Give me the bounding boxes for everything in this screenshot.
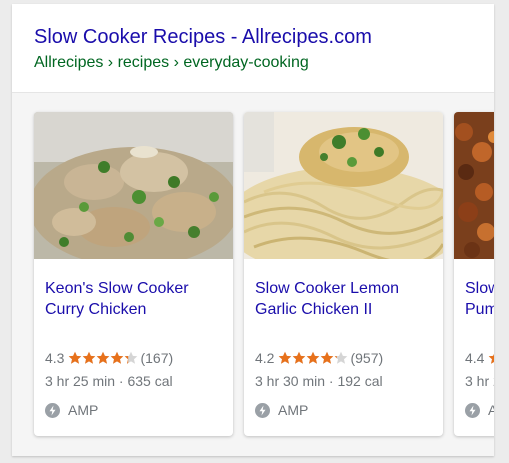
- amp-badge: AMP: [45, 402, 98, 418]
- star-icon: [124, 351, 138, 365]
- star-rating: [278, 351, 348, 365]
- recipe-card[interactable]: Slow Pump 4.4 3 hr 2 AM: [454, 112, 494, 436]
- star-icon: [334, 351, 348, 365]
- recipe-title-line: Keon's Slow Cooker: [45, 280, 189, 297]
- star-icon: [320, 351, 334, 365]
- amp-bolt-icon: [465, 402, 480, 418]
- recipe-image-curry-chicken[interactable]: [34, 112, 233, 259]
- star-rating: [68, 351, 138, 365]
- rating-value: 4.3: [45, 350, 65, 366]
- amp-bolt-icon: [45, 402, 60, 418]
- star-icon: [110, 351, 124, 365]
- recipe-title-line: Slow: [465, 280, 494, 297]
- star-icon: [96, 351, 110, 365]
- star-icon: [292, 351, 306, 365]
- amp-badge: AMP: [255, 402, 308, 418]
- star-icon: [488, 351, 494, 365]
- star-icon: [82, 351, 96, 365]
- star-icon: [68, 351, 82, 365]
- recipe-meta: 3 hr 30 min · 192 cal: [255, 373, 383, 389]
- rating-value: 4.2: [255, 350, 275, 366]
- recipe-title-link[interactable]: Keon's Slow Cooker Curry Chicken: [45, 278, 227, 320]
- recipe-card[interactable]: Keon's Slow Cooker Curry Chicken 4.3 (16…: [34, 112, 233, 436]
- recipe-title-link[interactable]: Slow Cooker Lemon Garlic Chicken II: [255, 278, 437, 320]
- amp-label: AM: [488, 402, 494, 418]
- amp-bolt-icon: [255, 402, 270, 418]
- recipe-meta: 3 hr 25 min · 635 cal: [45, 373, 173, 389]
- result-title-link[interactable]: Slow Cooker Recipes - Allrecipes.com: [34, 26, 372, 49]
- recipe-title-line: Pump: [465, 301, 494, 318]
- star-icon: [278, 351, 292, 365]
- recipe-carousel[interactable]: Keon's Slow Cooker Curry Chicken 4.3 (16…: [12, 93, 494, 456]
- recipe-meta: 3 hr 2: [465, 373, 494, 389]
- amp-label: AMP: [68, 402, 99, 418]
- rating-row: 4.3 (167): [45, 350, 173, 366]
- amp-badge: AM: [465, 402, 494, 418]
- result-breadcrumb[interactable]: Allrecipes › recipes › everyday-cooking: [34, 54, 309, 72]
- review-count: (167): [140, 350, 174, 366]
- recipe-title-line: Slow Cooker Lemon: [255, 280, 400, 297]
- recipe-title-line: Garlic Chicken II: [255, 301, 373, 318]
- star-rating: [488, 351, 494, 365]
- star-icon: [306, 351, 320, 365]
- rating-row: 4.4: [465, 350, 494, 366]
- recipe-image-lemon-garlic-chicken[interactable]: [244, 112, 443, 259]
- review-count: (957): [350, 350, 384, 366]
- search-result-card: Slow Cooker Recipes - Allrecipes.com All…: [12, 4, 494, 456]
- recipe-image-pumpkin[interactable]: [454, 112, 494, 259]
- result-header: Slow Cooker Recipes - Allrecipes.com All…: [12, 4, 494, 93]
- rating-row: 4.2 (957): [255, 350, 383, 366]
- amp-label: AMP: [278, 402, 309, 418]
- recipe-title-link[interactable]: Slow Pump: [465, 278, 494, 320]
- recipe-title-line: Curry Chicken: [45, 301, 147, 318]
- rating-value: 4.4: [465, 350, 485, 366]
- recipe-card[interactable]: Slow Cooker Lemon Garlic Chicken II 4.2 …: [244, 112, 443, 436]
